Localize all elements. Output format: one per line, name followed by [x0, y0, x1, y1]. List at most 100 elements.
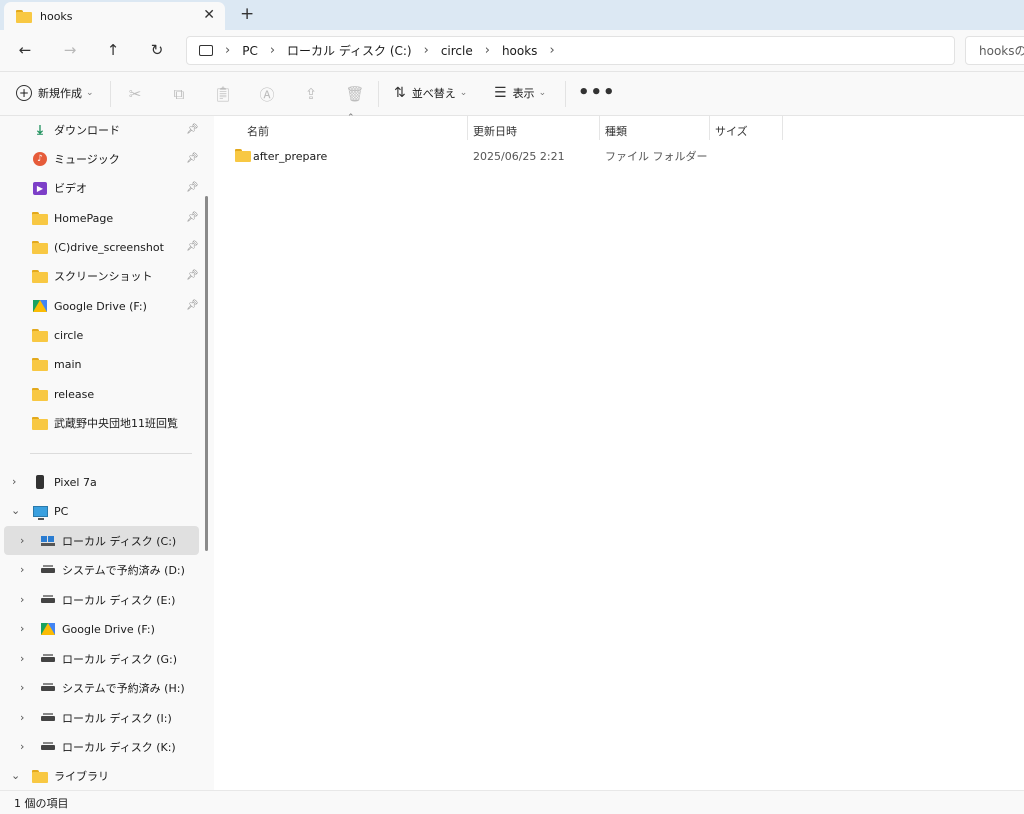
chevron-down-icon: ⌄: [459, 88, 468, 98]
view-button[interactable]: ☰ 表示 ⌄: [494, 85, 546, 101]
chevron-down-icon: ⌄: [538, 88, 547, 98]
file-type: ファイル フォルダー: [605, 150, 708, 163]
divider: [378, 81, 379, 107]
expand-chevron-icon[interactable]: ›: [20, 622, 24, 635]
title-bar: hooks ✕ +: [0, 0, 1024, 30]
sidebar-item-drive-d[interactable]: システムで予約済み (D:): [40, 556, 185, 584]
item-count: 1 個の項目: [14, 796, 69, 810]
new-button[interactable]: + 新規作成 ⌄: [16, 85, 94, 101]
sidebar-item-release[interactable]: release: [32, 380, 94, 408]
search-placeholder: hooksの検索: [979, 44, 1024, 58]
navigation-pane: ⤓ ダウンロード 📌︎ ♪ ミュージック 📌︎ ▶ ビデオ 📌︎ HomePag…: [0, 116, 214, 790]
expand-chevron-icon[interactable]: ›: [20, 593, 24, 606]
sort-ascending-icon: ⌃: [347, 113, 355, 123]
sidebar-scrollbar[interactable]: [205, 196, 208, 551]
expand-chevron-icon[interactable]: ›: [20, 563, 24, 576]
divider: [30, 453, 192, 454]
address-bar[interactable]: › PC › ローカル ディスク (C:) › circle › hooks ›: [186, 36, 955, 65]
pin-icon[interactable]: 📌︎: [186, 270, 199, 281]
table-row[interactable]: after_prepare 2025/06/25 2:21 ファイル フォルダー: [234, 146, 794, 166]
close-tab-icon[interactable]: ✕: [203, 7, 215, 23]
file-name: after_prepare: [253, 149, 328, 163]
chevron-right-icon: ›: [269, 43, 276, 58]
column-header-name[interactable]: 名前: [247, 120, 269, 142]
pin-icon[interactable]: 📌︎: [186, 212, 199, 223]
sidebar-item-label: Pixel 7a: [54, 475, 97, 489]
pin-icon[interactable]: 📌︎: [186, 241, 199, 252]
sidebar-item-drive-i[interactable]: ローカル ディスク (I:): [40, 704, 172, 732]
drive-icon: [40, 651, 56, 667]
sidebar-item-label: システムで予約済み (D:): [62, 564, 185, 577]
cut-icon[interactable]: ✂: [125, 84, 145, 104]
google-drive-icon: [32, 298, 48, 314]
google-drive-icon: [40, 621, 56, 637]
sidebar-item-homepage[interactable]: HomePage: [32, 204, 113, 232]
rename-icon[interactable]: Ⓐ: [257, 84, 277, 104]
sidebar-item-drive-f[interactable]: Google Drive (F:): [40, 615, 155, 643]
sidebar-item-circle[interactable]: circle: [32, 321, 83, 349]
sort-button[interactable]: ⇅ 並べ替え ⌄: [394, 85, 467, 101]
column-header-type[interactable]: 種類: [605, 120, 627, 142]
breadcrumb-hooks[interactable]: hooks: [502, 44, 538, 58]
tab-title: hooks: [40, 9, 73, 23]
collapse-chevron-icon[interactable]: ⌄: [11, 769, 20, 782]
drive-icon: [40, 680, 56, 696]
sidebar-item-pixel-7a[interactable]: Pixel 7a: [32, 468, 97, 496]
pin-icon[interactable]: 📌︎: [186, 153, 199, 164]
expand-chevron-icon[interactable]: ›: [20, 534, 24, 547]
sidebar-item-label: 武蔵野中央団地11班回覧: [54, 417, 178, 430]
breadcrumb-circle[interactable]: circle: [441, 44, 473, 58]
breadcrumb-local-disk-c[interactable]: ローカル ディスク (C:): [287, 42, 412, 59]
delete-icon[interactable]: 🗑︎: [345, 84, 365, 104]
pin-icon[interactable]: 📌︎: [186, 124, 199, 135]
column-header-size[interactable]: サイズ: [715, 120, 748, 142]
expand-chevron-icon[interactable]: ›: [20, 711, 24, 724]
pin-icon[interactable]: 📌︎: [186, 300, 199, 311]
back-button[interactable]: ←: [15, 40, 35, 60]
up-button[interactable]: ↑: [103, 40, 123, 60]
sidebar-item-drive-c[interactable]: ローカル ディスク (C:): [40, 527, 176, 555]
sidebar-item-musashino[interactable]: 武蔵野中央団地11班回覧: [32, 409, 178, 437]
sidebar-item-downloads[interactable]: ⤓ ダウンロード: [32, 116, 120, 144]
copy-icon[interactable]: ⧉: [169, 84, 189, 104]
expand-chevron-icon[interactable]: ›: [20, 740, 24, 753]
tab-hooks[interactable]: hooks ✕: [4, 2, 225, 30]
column-divider[interactable]: [782, 116, 783, 140]
expand-chevron-icon[interactable]: ›: [20, 652, 24, 665]
column-divider[interactable]: [467, 116, 468, 140]
sidebar-item-drive-g[interactable]: ローカル ディスク (G:): [40, 645, 177, 673]
paste-icon[interactable]: 📋︎: [213, 84, 233, 104]
sort-label: 並べ替え: [411, 87, 456, 100]
more-options-button[interactable]: •••: [578, 82, 616, 103]
sidebar-item-drive-e[interactable]: ローカル ディスク (E:): [40, 586, 175, 614]
breadcrumb-pc[interactable]: PC: [242, 44, 258, 58]
new-tab-button[interactable]: +: [240, 4, 254, 24]
sidebar-item-google-drive[interactable]: Google Drive (F:): [32, 292, 147, 320]
column-header-modified[interactable]: 更新日時: [473, 120, 517, 142]
collapse-chevron-icon[interactable]: ⌄: [11, 504, 20, 517]
sidebar-item-label: ミュージック: [54, 153, 120, 166]
search-input[interactable]: hooksの検索: [965, 36, 1024, 65]
monitor-icon: [199, 45, 213, 56]
sidebar-item-drive-k[interactable]: ローカル ディスク (K:): [40, 733, 176, 761]
sidebar-item-library[interactable]: ライブラリ: [32, 762, 109, 790]
share-icon[interactable]: ⇪: [301, 84, 321, 104]
refresh-button[interactable]: ↻: [147, 40, 167, 60]
sidebar-item-drive-screenshot[interactable]: (C)drive_screenshot: [32, 233, 164, 261]
column-divider[interactable]: [709, 116, 710, 140]
sidebar-item-music[interactable]: ♪ ミュージック: [32, 145, 120, 173]
sidebar-item-drive-h[interactable]: システムで予約済み (H:): [40, 674, 185, 702]
forward-button[interactable]: →: [60, 40, 80, 60]
expand-chevron-icon[interactable]: ›: [20, 681, 24, 694]
sidebar-item-screenshots[interactable]: スクリーンショット: [32, 262, 152, 290]
sidebar-item-main[interactable]: main: [32, 350, 81, 378]
expand-chevron-icon[interactable]: ›: [12, 475, 16, 488]
sidebar-item-label: ローカル ディスク (E:): [62, 594, 176, 607]
sidebar-item-video[interactable]: ▶ ビデオ: [32, 174, 87, 202]
drive-icon: [40, 710, 56, 726]
column-divider[interactable]: [599, 116, 600, 140]
sidebar-item-pc[interactable]: PC: [32, 497, 68, 525]
pc-icon: [32, 503, 48, 520]
folder-icon: [16, 9, 32, 23]
pin-icon[interactable]: 📌︎: [186, 182, 199, 193]
